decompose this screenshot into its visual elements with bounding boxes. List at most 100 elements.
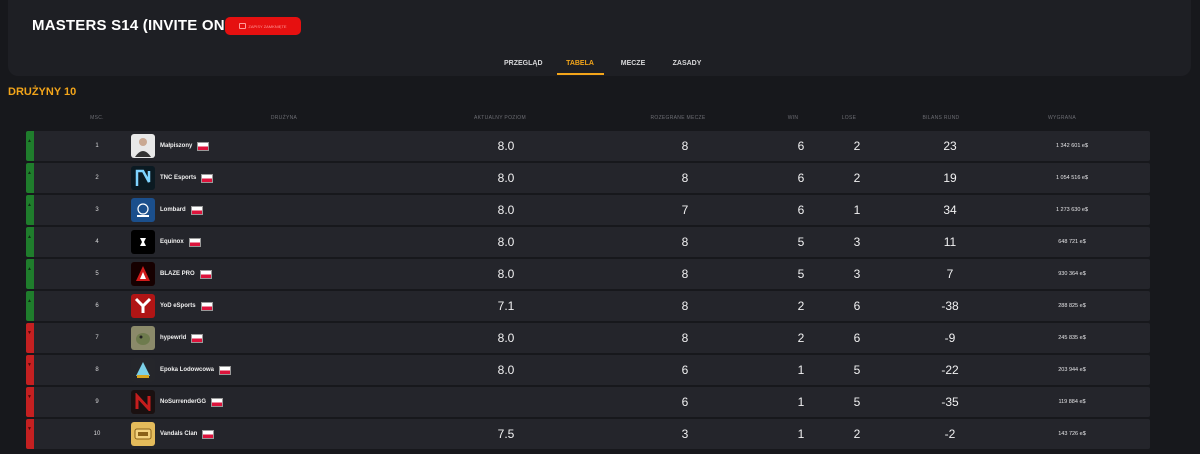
hypewrld-logo-icon — [131, 326, 155, 350]
lose-cell: 6 — [853, 299, 861, 313]
col-header-level: AKTUALNY POZIOM — [474, 115, 526, 121]
table-row[interactable]: ▲ 1 Małpiszony 8.0 8 6 2 23 1 342 601 e$ — [26, 131, 1150, 161]
table-row[interactable]: ▼ 9 NoSurrenderGG 6 1 5 -35 119 884 e$ — [26, 387, 1150, 417]
played-cell: 8 — [681, 171, 689, 185]
active-tab-indicator — [557, 73, 604, 75]
played-cell: 6 — [681, 363, 689, 377]
person-photo-icon — [131, 134, 155, 158]
team-name-cell[interactable]: NoSurrenderGG — [160, 387, 224, 417]
trend-indicator: ▲ — [26, 163, 34, 193]
balance-cell: -2 — [944, 427, 956, 441]
win-cell: 2 — [797, 299, 805, 313]
balance-cell: 34 — [943, 203, 957, 217]
team-name-cell[interactable]: Epoka Lodowcowa — [160, 355, 232, 385]
tab-przeglad[interactable]: PRZEGLĄD — [504, 60, 543, 67]
poland-flag-icon — [197, 141, 210, 151]
played-cell: 7 — [681, 203, 689, 217]
team-name[interactable]: Vandals Clan — [160, 431, 197, 437]
played-cell: 8 — [681, 331, 689, 345]
position-cell: 5 — [95, 271, 99, 277]
position-cell: 6 — [95, 303, 99, 309]
team-name-cell[interactable]: Vandals Clan — [160, 419, 215, 449]
arrow-up-icon: ▲ — [27, 234, 32, 240]
team-name[interactable]: TNC Esports — [160, 175, 196, 181]
played-cell: 3 — [681, 427, 689, 441]
played-cell: 8 — [681, 235, 689, 249]
win-cell: 1 — [797, 427, 805, 441]
team-name-cell[interactable]: TNC Esports — [160, 163, 214, 193]
tournament-title: MASTERS S14 (INVITE ONLY) — [32, 17, 249, 34]
poland-flag-icon — [199, 269, 212, 279]
teams-section-title: DRUŻYNY 10 — [8, 86, 77, 98]
position-cell: 10 — [93, 431, 101, 437]
table-row[interactable]: ▲ 4 Equinox 8.0 8 5 3 11 648 721 e$ — [26, 227, 1150, 257]
team-name[interactable]: Epoka Lodowcowa — [160, 367, 214, 373]
equinox-logo-icon — [131, 230, 155, 254]
col-header-win: WIN — [787, 115, 799, 121]
poland-flag-icon — [201, 173, 214, 183]
ice-age-logo-icon — [131, 358, 155, 382]
trend-indicator: ▲ — [26, 131, 34, 161]
table-row[interactable]: ▲ 3 Lombard 8.0 7 6 1 34 1 273 630 e$ — [26, 195, 1150, 225]
poland-flag-icon — [188, 237, 201, 247]
col-header-balance: BILANS RUND — [922, 115, 960, 121]
played-cell: 8 — [681, 299, 689, 313]
team-name[interactable]: Equinox — [160, 239, 184, 245]
arrow-up-icon: ▲ — [27, 298, 32, 304]
table-row[interactable]: ▲ 6 YoD eSports 7.1 8 2 6 -38 288 825 e$ — [26, 291, 1150, 321]
team-name[interactable]: Lombard — [160, 207, 186, 213]
team-name[interactable]: BLAZE PRO — [160, 271, 195, 277]
team-name-cell[interactable]: Małpiszony — [160, 131, 210, 161]
trend-indicator: ▼ — [26, 323, 34, 353]
arrow-down-icon: ▼ — [27, 330, 32, 336]
arrow-up-icon: ▲ — [27, 266, 32, 272]
level-cell: 7.1 — [497, 299, 515, 313]
team-name[interactable]: Małpiszony — [160, 143, 192, 149]
poland-flag-icon — [211, 397, 224, 407]
balance-cell: -9 — [944, 331, 956, 345]
table-row[interactable]: ▼ 8 Epoka Lodowcowa 8.0 6 1 5 -22 203 944 e$ — [26, 355, 1150, 385]
position-cell: 4 — [95, 239, 99, 245]
team-name-cell[interactable]: BLAZE PRO — [160, 259, 212, 289]
prize-cell: 1 273 630 e$ — [1055, 207, 1089, 213]
lose-cell: 1 — [853, 203, 861, 217]
level-cell: 8.0 — [497, 235, 515, 249]
level-cell: 8.0 — [497, 363, 515, 377]
trend-indicator: ▲ — [26, 291, 34, 321]
win-cell: 5 — [797, 267, 805, 281]
team-name[interactable]: hypewrld — [160, 335, 186, 341]
badge-label: ZAPISY ZAMKNIĘTE — [248, 23, 287, 29]
team-name[interactable]: NoSurrenderGG — [160, 399, 206, 405]
table-row[interactable]: ▼ 7 hypewrld 8.0 8 2 6 -9 245 835 e$ — [26, 323, 1150, 353]
prize-cell: 648 721 e$ — [1058, 239, 1086, 245]
team-name-cell[interactable]: Lombard — [160, 195, 203, 225]
team-name[interactable]: YoD eSports — [160, 303, 196, 309]
tab-zasady[interactable]: ZASADY — [669, 60, 705, 67]
team-name-cell[interactable]: hypewrld — [160, 323, 204, 353]
team-name-cell[interactable]: Equinox — [160, 227, 201, 257]
level-cell: 8.0 — [497, 203, 515, 217]
table-row[interactable]: ▼ 10 Vandals Clan 7.5 3 1 2 -2 143 726 e$ — [26, 419, 1150, 449]
prize-cell: 245 835 e$ — [1058, 335, 1086, 341]
poland-flag-icon — [200, 301, 213, 311]
trend-indicator: ▲ — [26, 259, 34, 289]
table-row[interactable]: ▲ 2 TNC Esports 8.0 8 6 2 19 1 054 516 e$ — [26, 163, 1150, 193]
team-name-cell[interactable]: YoD eSports — [160, 291, 213, 321]
lose-cell: 2 — [853, 427, 861, 441]
balance-cell: 11 — [943, 235, 957, 249]
poland-flag-icon — [190, 205, 203, 215]
poland-flag-icon — [202, 429, 215, 439]
lombard-logo-icon — [131, 198, 155, 222]
yod-logo-icon — [131, 294, 155, 318]
trend-indicator: ▲ — [26, 195, 34, 225]
blaze-logo-icon — [131, 262, 155, 286]
balance-cell: 23 — [943, 139, 957, 153]
prize-cell: 1 054 516 e$ — [1055, 175, 1089, 181]
tab-mecze[interactable]: MECZE — [615, 60, 651, 67]
trend-indicator: ▲ — [26, 227, 34, 257]
table-row[interactable]: ▲ 5 BLAZE PRO 8.0 8 5 3 7 930 364 e$ — [26, 259, 1150, 289]
tab-tabela[interactable]: TABELA — [562, 60, 598, 67]
level-cell: 8.0 — [497, 171, 515, 185]
played-cell: 6 — [681, 395, 689, 409]
prize-cell: 930 364 e$ — [1058, 271, 1086, 277]
